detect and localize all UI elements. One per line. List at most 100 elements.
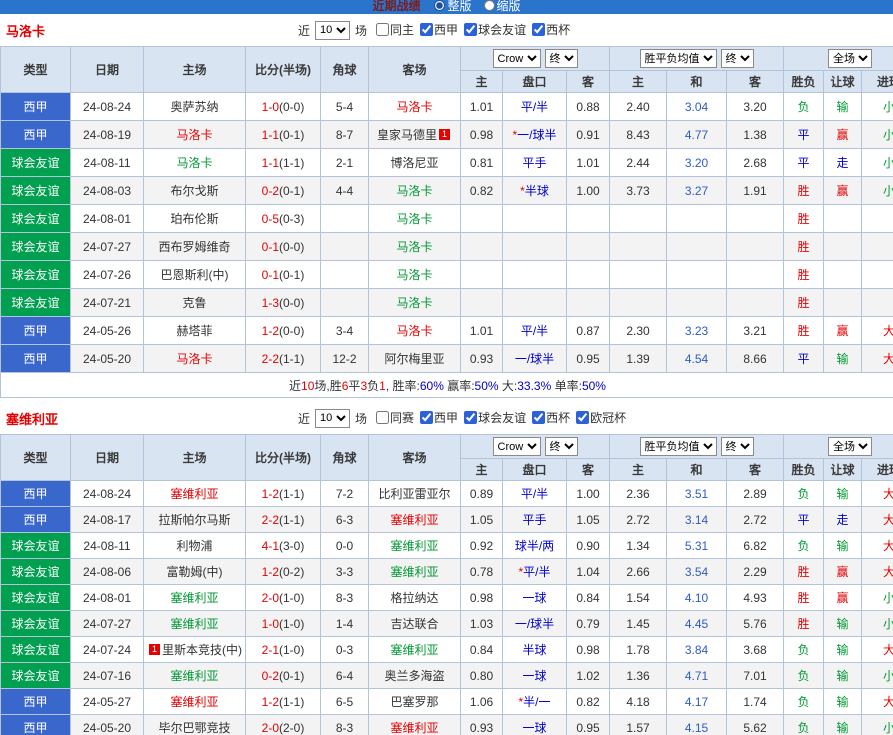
cell-home[interactable]: 马洛卡: [144, 345, 246, 373]
cell-type: 西甲: [1, 715, 71, 735]
cell-home[interactable]: 巴恩斯利(中): [144, 261, 246, 289]
cell-home[interactable]: 富勒姆(中): [144, 559, 246, 585]
avg-type-select[interactable]: 胜平负均值: [640, 437, 717, 456]
checkbox-input[interactable]: [576, 411, 589, 424]
cell-avg-draw: 4.77: [667, 121, 727, 149]
text: 胜: [798, 617, 810, 631]
radio-input[interactable]: [434, 0, 445, 11]
checkbox-input[interactable]: [532, 411, 545, 424]
text: 平/半: [523, 565, 550, 579]
cell-away[interactable]: 马洛卡: [369, 289, 461, 317]
cell-away[interactable]: 奥兰多海盗: [369, 663, 461, 689]
recent-count-select[interactable]: 10: [315, 409, 350, 428]
cell-result: 负: [784, 481, 824, 507]
cell-avg-draw: 4.71: [667, 663, 727, 689]
cell-away[interactable]: 皇家马德里1: [369, 121, 461, 149]
col-type-header: 类型: [1, 47, 71, 93]
cell-away[interactable]: 塞维利亚: [369, 507, 461, 533]
cell-home[interactable]: 珀布伦斯: [144, 205, 246, 233]
cell-away[interactable]: 塞维利亚: [369, 715, 461, 735]
cell-home[interactable]: 奥萨苏纳: [144, 93, 246, 121]
filter-checkbox-1[interactable]: 西甲: [420, 409, 458, 426]
filter-checkbox-3[interactable]: 西杯: [532, 409, 570, 426]
cell-home[interactable]: 西布罗姆维奇: [144, 233, 246, 261]
cell-home[interactable]: 毕尔巴鄂竞技: [144, 715, 246, 735]
odds-stage-select[interactable]: 终: [545, 49, 578, 68]
cell-away[interactable]: 塞维利亚: [369, 637, 461, 663]
version-radio-0[interactable]: 整版: [434, 0, 471, 14]
odds-stage-select[interactable]: 终: [545, 437, 578, 456]
cell-avg-away: 2.29: [727, 559, 784, 585]
text: 西甲: [23, 487, 47, 501]
cell-away[interactable]: 马洛卡: [369, 93, 461, 121]
cell-home[interactable]: 利物浦: [144, 533, 246, 559]
cell-away[interactable]: 塞维利亚: [369, 559, 461, 585]
text: 马洛卡: [396, 184, 432, 198]
checkbox-input[interactable]: [376, 23, 389, 36]
checkbox-input[interactable]: [532, 23, 545, 36]
cell-home[interactable]: 布尔戈斯: [144, 177, 246, 205]
cell-away[interactable]: 巴塞罗那: [369, 689, 461, 715]
radio-input[interactable]: [484, 0, 495, 11]
cell-let-result: 输: [824, 345, 862, 373]
odds-company-select[interactable]: Crow: [493, 437, 541, 456]
cell-home[interactable]: 马洛卡: [144, 121, 246, 149]
cell-away[interactable]: 阿尔梅里亚: [369, 345, 461, 373]
cell-home[interactable]: 塞维利亚: [144, 611, 246, 637]
text: 西甲: [23, 324, 47, 338]
cell-away[interactable]: 博洛尼亚: [369, 149, 461, 177]
cell-home[interactable]: 赫塔菲: [144, 317, 246, 345]
text: 24-05-20: [83, 352, 131, 366]
text: 2.72: [743, 513, 766, 527]
cell-home[interactable]: 塞维利亚: [144, 585, 246, 611]
filter-checkbox-1[interactable]: 西甲: [420, 21, 458, 38]
scope-select[interactable]: 全场: [828, 49, 872, 68]
text: 0.95: [576, 721, 599, 735]
checkbox-input[interactable]: [420, 23, 433, 36]
filter-checkbox-2[interactable]: 球会友谊: [464, 409, 526, 426]
filter-checkbox-3[interactable]: 西杯: [532, 21, 570, 38]
cell-home[interactable]: 塞维利亚: [144, 663, 246, 689]
cell-away[interactable]: 吉达联合: [369, 611, 461, 637]
text: 1.91: [743, 184, 766, 198]
text: 近: [289, 379, 301, 393]
cell-home[interactable]: 1里斯本竞技(中): [144, 637, 246, 663]
cell-away[interactable]: 塞维利亚: [369, 533, 461, 559]
cell-home[interactable]: 拉斯帕尔马斯: [144, 507, 246, 533]
checkbox-input[interactable]: [464, 411, 477, 424]
avg-type-select[interactable]: 胜平负均值: [640, 49, 717, 68]
checkbox-label: 球会友谊: [478, 409, 526, 426]
cell-type: 西甲: [1, 507, 71, 533]
checkbox-input[interactable]: [464, 23, 477, 36]
cell-home[interactable]: 马洛卡: [144, 149, 246, 177]
text: 大: [883, 352, 893, 366]
cell-away[interactable]: 格拉纳达: [369, 585, 461, 611]
cell-handicap: [503, 261, 567, 289]
avg-stage-select[interactable]: 终: [721, 437, 754, 456]
filter-checkbox-0[interactable]: 同赛: [376, 409, 414, 426]
section-header: 马洛卡 近 10 场 同主西甲球会友谊西杯: [0, 14, 893, 46]
checkbox-input[interactable]: [376, 411, 389, 424]
cell-away[interactable]: 马洛卡: [369, 317, 461, 345]
odds-company-select[interactable]: Crow: [493, 49, 541, 68]
avg-stage-select[interactable]: 终: [721, 49, 754, 68]
cell-away[interactable]: 马洛卡: [369, 233, 461, 261]
version-radio-1[interactable]: 缩版: [484, 0, 521, 14]
cell-away[interactable]: 比利亚雷亚尔: [369, 481, 461, 507]
cell-home[interactable]: 克鲁: [144, 289, 246, 317]
cell-goals: 大: [862, 637, 893, 663]
filter-checkbox-2[interactable]: 球会友谊: [464, 21, 526, 38]
cell-home[interactable]: 塞维利亚: [144, 689, 246, 715]
cell-home[interactable]: 塞维利亚: [144, 481, 246, 507]
text: 1.02: [576, 669, 599, 683]
cell-away[interactable]: 马洛卡: [369, 261, 461, 289]
filter-checkbox-4[interactable]: 欧冠杯: [576, 409, 626, 426]
text: 负: [798, 539, 810, 553]
scope-select[interactable]: 全场: [828, 437, 872, 456]
recent-count-select[interactable]: 10: [315, 21, 350, 40]
cell-away[interactable]: 马洛卡: [369, 177, 461, 205]
filter-checkbox-0[interactable]: 同主: [376, 21, 414, 38]
cell-avg-away: 1.38: [727, 121, 784, 149]
checkbox-input[interactable]: [420, 411, 433, 424]
cell-away[interactable]: 马洛卡: [369, 205, 461, 233]
